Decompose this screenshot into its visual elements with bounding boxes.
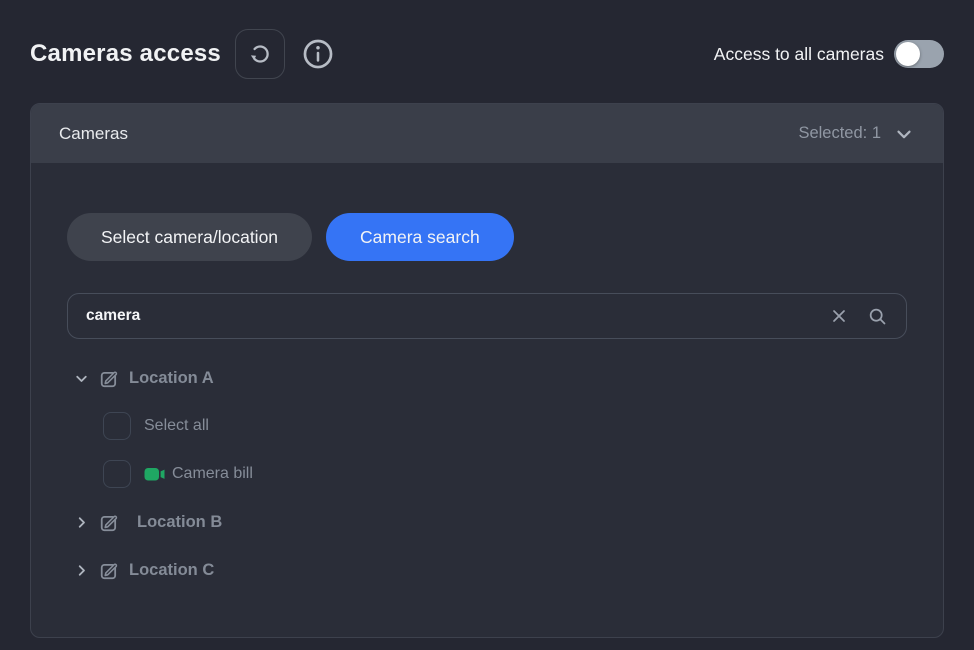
cameras-panel-header[interactable]: Cameras Selected: 1 (31, 104, 943, 163)
cameras-panel-body: Select camera/location Camera search (31, 163, 943, 587)
refresh-button[interactable] (235, 29, 285, 79)
camera-bill-checkbox[interactable] (103, 460, 131, 488)
selected-counter[interactable]: Selected: 1 (798, 123, 915, 145)
edit-icon[interactable] (99, 560, 120, 581)
location-label[interactable]: Location A (129, 369, 214, 388)
panel-title: Cameras (59, 124, 128, 144)
tree-row-camera-bill[interactable]: Camera bill (103, 457, 907, 491)
edit-icon[interactable] (99, 368, 120, 389)
access-all-cameras-label: Access to all cameras (714, 44, 884, 65)
page-title: Cameras access (30, 40, 221, 68)
tree-row-location-a[interactable]: Location A (73, 361, 907, 395)
chevron-right-icon[interactable] (73, 514, 90, 531)
mode-tabs: Select camera/location Camera search (67, 213, 907, 261)
select-all-label[interactable]: Select all (144, 417, 209, 435)
video-camera-icon (144, 467, 166, 482)
camera-search-input[interactable] (86, 307, 829, 325)
clear-search-icon[interactable] (829, 306, 849, 326)
camera-search-box (67, 293, 907, 339)
tree-row-location-b[interactable]: Location B (73, 505, 907, 539)
refresh-icon (247, 41, 273, 67)
selected-count-label: Selected: 1 (798, 124, 881, 143)
tree-row-select-all[interactable]: Select all (103, 409, 907, 443)
toggle-knob (896, 42, 920, 66)
info-icon[interactable] (301, 37, 335, 71)
cameras-panel: Cameras Selected: 1 Select camera/locati… (30, 103, 944, 638)
access-all-cameras-toggle[interactable] (894, 40, 944, 68)
magnifier-icon[interactable] (867, 306, 888, 327)
tab-camera-search[interactable]: Camera search (326, 213, 514, 261)
location-label[interactable]: Location C (129, 561, 214, 580)
camera-bill-label[interactable]: Camera bill (172, 465, 253, 483)
chevron-right-icon[interactable] (73, 562, 90, 579)
tab-select-camera-location[interactable]: Select camera/location (67, 213, 312, 261)
chevron-down-icon[interactable] (73, 370, 90, 387)
location-label[interactable]: Location B (137, 513, 222, 532)
camera-location-tree: Location A Select all Camera bill (67, 361, 907, 587)
tree-row-location-c[interactable]: Location C (73, 553, 907, 587)
chevron-down-icon (893, 123, 915, 145)
edit-icon[interactable] (99, 512, 120, 533)
topbar: Cameras access Access to all cameras (30, 28, 944, 80)
select-all-checkbox[interactable] (103, 412, 131, 440)
